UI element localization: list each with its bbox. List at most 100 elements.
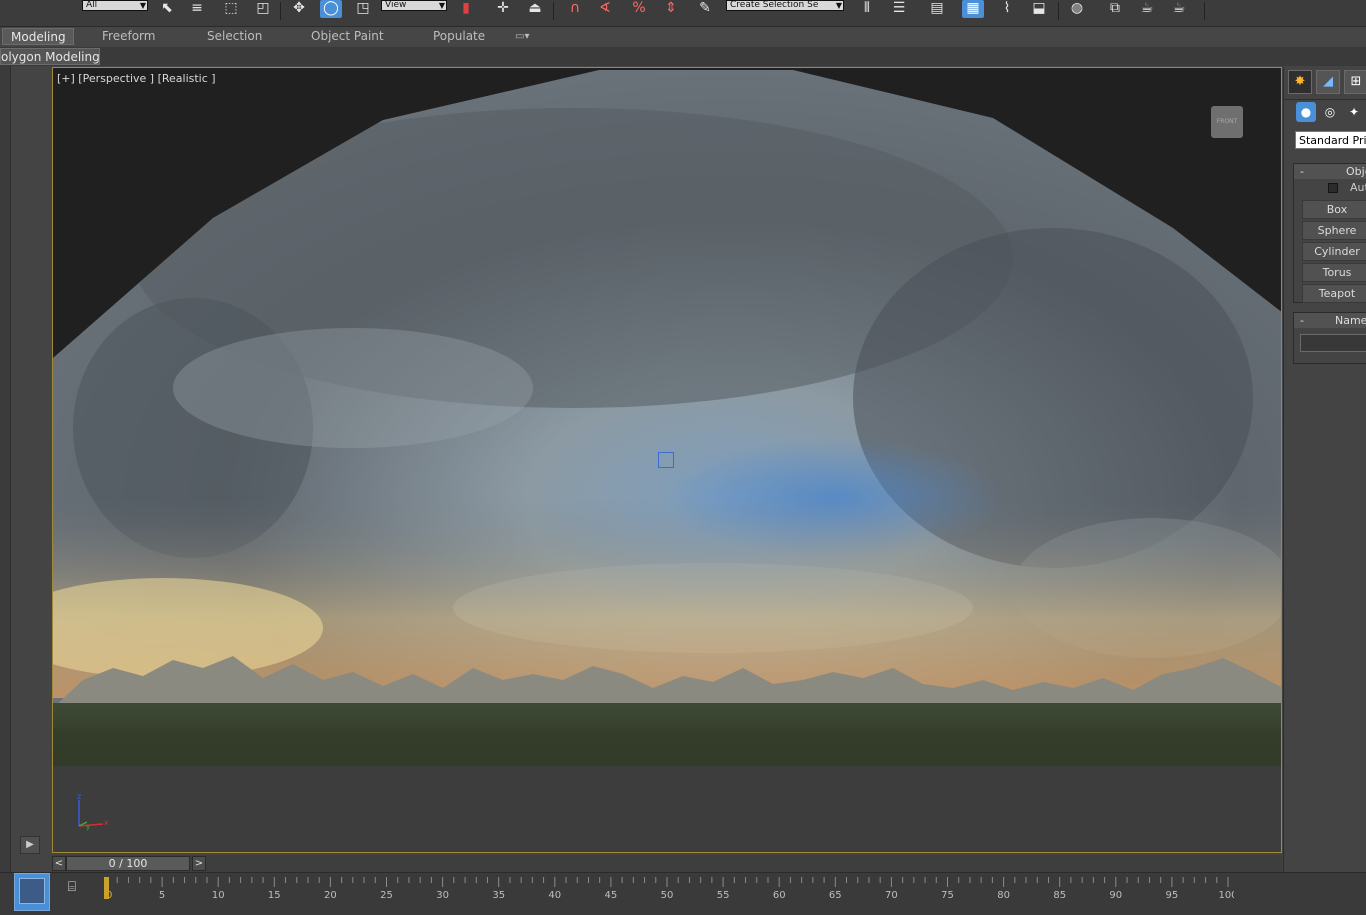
frame-tick-label: 80 <box>997 890 1010 901</box>
polygon-modeling-panel[interactable]: olygon Modeling <box>0 48 100 65</box>
tab-modeling[interactable]: Modeling <box>2 28 74 45</box>
frame-tick-label: 60 <box>773 890 786 901</box>
shapes-icon[interactable]: ◎ <box>1320 102 1340 122</box>
select-object-icon[interactable]: ⬉ <box>156 0 178 18</box>
curve-editor-icon[interactable]: ⌸ <box>60 879 84 899</box>
lights-icon[interactable]: ✦ <box>1344 102 1364 122</box>
collapse-icon: - <box>1300 165 1304 178</box>
frame-tick-label: 20 <box>324 890 337 901</box>
align-icon[interactable]: ☰ <box>888 0 910 18</box>
current-frame-marker[interactable] <box>104 877 109 899</box>
mirror-icon[interactable]: ⫴ <box>856 0 878 18</box>
main-toolbar: All ▼ ⬉ ≡ ⬚ ◰ ✥ ◯ ◳ View ▼ ▮ ✛ ⏏ ∩ ∢ % ⇕ ✎… <box>0 0 1366 27</box>
ground-plane <box>53 766 1281 852</box>
frame-tick-label: 15 <box>268 890 281 901</box>
select-scale-icon[interactable]: ◳ <box>352 0 374 18</box>
frame-tick-label: 10 <box>212 890 225 901</box>
sphere-button[interactable]: Sphere <box>1302 221 1366 240</box>
collapse-icon: - <box>1300 314 1304 327</box>
axis-x-label: x <box>104 818 109 827</box>
frame-tick-label: 40 <box>548 890 561 901</box>
frame-tick-label: 95 <box>1166 890 1179 901</box>
axis-y-label: y <box>86 823 90 831</box>
mini-curve-editor-toggle[interactable] <box>14 873 50 911</box>
ribbon-collapsed-strip[interactable] <box>0 66 11 914</box>
frame-tick-label: 5 <box>159 890 165 901</box>
box-button[interactable]: Box <box>1302 200 1366 219</box>
rendered-frame-window-icon[interactable]: ☕ <box>1136 0 1158 18</box>
schematic-view-icon[interactable]: ⬓ <box>1028 0 1050 18</box>
object-name-input[interactable] <box>1300 334 1366 352</box>
selection-filter-dropdown[interactable]: All ▼ <box>82 0 148 11</box>
axis-tripod-icon: z x y <box>77 792 109 831</box>
rollout-title: Name <box>1335 314 1366 327</box>
frame-tick-label: 25 <box>380 890 393 901</box>
select-manipulate-icon[interactable]: ✛ <box>492 0 514 18</box>
rect-selection-icon[interactable]: ⬚ <box>220 0 242 18</box>
select-move-icon[interactable]: ✥ <box>288 0 310 18</box>
tab-object-paint[interactable]: Object Paint <box>311 28 384 45</box>
object-type-rollout-header[interactable]: - Obje <box>1294 164 1366 179</box>
create-tab-icon[interactable]: ✸ <box>1288 70 1312 94</box>
axis-z-label: z <box>77 792 81 801</box>
next-frame-button[interactable]: > <box>192 856 206 871</box>
perspective-viewport[interactable]: [+] [Perspective ] [Realistic ] FRONT z … <box>52 67 1282 853</box>
mini-viewport-icon <box>19 878 45 904</box>
time-slider[interactable]: < 0 / 100 > <box>52 855 1282 872</box>
frame-tick-label: 50 <box>661 890 674 901</box>
keyboard-shortcut-override-icon[interactable]: ⏏ <box>524 0 546 18</box>
tab-populate[interactable]: Populate <box>433 28 485 45</box>
material-editor-icon[interactable]: ◍ <box>1066 0 1088 18</box>
snap-toggle-icon[interactable]: ∩ <box>564 0 586 18</box>
viewcube-icon[interactable]: FRONT <box>1211 106 1243 138</box>
autogrid-label: Aut <box>1350 181 1366 194</box>
frame-tick-label: 85 <box>1053 890 1066 901</box>
prev-frame-button[interactable]: < <box>52 856 66 871</box>
modify-tab-icon[interactable]: ◢ <box>1316 70 1340 94</box>
spinner-snap-icon[interactable]: ⇕ <box>660 0 682 18</box>
viewport-label[interactable]: [+] [Perspective ] [Realistic ] <box>57 72 216 85</box>
track-bar: ⌸ 0 5 10 15 20 25 30 35 40 45 50 55 60 65 70 75 80 85 90 95… <box>0 872 1366 915</box>
create-category-row: ● ◎ ✦ <box>1284 99 1366 128</box>
named-selection-set-value: Create Selection Se <box>730 0 819 10</box>
window-crossing-icon[interactable]: ◰ <box>252 0 274 18</box>
chevron-down-icon: ▼ <box>835 1 842 10</box>
frame-ruler[interactable]: 0 5 10 15 20 25 30 35 40 45 50 55 60 65 70 75 80 85 90 95 10… <box>104 873 1234 913</box>
chevron-down-icon: ▼ <box>438 1 445 10</box>
geometry-icon[interactable]: ● <box>1296 102 1316 122</box>
primitive-category-dropdown[interactable]: Standard Primi <box>1295 131 1366 149</box>
ribbon-options-icon[interactable]: ▭▾ <box>515 28 529 45</box>
edit-named-selection-icon[interactable]: ✎ <box>694 0 716 18</box>
percent-snap-icon[interactable]: % <box>628 0 650 18</box>
named-selection-set-dropdown[interactable]: Create Selection Se ▼ <box>726 0 844 11</box>
torus-button[interactable]: Torus <box>1302 263 1366 282</box>
teapot-button[interactable]: Teapot <box>1302 284 1366 303</box>
hierarchy-tab-icon[interactable]: ⊞ <box>1344 70 1366 94</box>
layer-explorer-icon[interactable]: ▤ <box>926 0 948 18</box>
name-color-rollout-header[interactable]: - Name <box>1294 313 1366 328</box>
viewcube-face-label: FRONT <box>1216 118 1238 125</box>
tab-freeform[interactable]: Freeform <box>102 28 155 45</box>
reference-coordinate-value: View <box>385 0 407 10</box>
cylinder-button[interactable]: Cylinder <box>1302 242 1366 261</box>
render-setup-icon[interactable]: ⧉ <box>1104 0 1126 18</box>
frame-tick-label: 65 <box>829 890 842 901</box>
frame-tick-label: 100 <box>1218 890 1234 901</box>
scene-explorer-icon[interactable]: ▦ <box>962 0 984 18</box>
toolbar-divider <box>1058 2 1059 20</box>
frame-tick-label: 75 <box>941 890 954 901</box>
render-production-icon[interactable]: ☕ <box>1168 0 1190 18</box>
use-pivot-icon[interactable]: ▮ <box>455 0 477 18</box>
tab-selection[interactable]: Selection <box>207 28 262 45</box>
time-slider-thumb[interactable]: 0 / 100 <box>66 856 190 871</box>
autogrid-checkbox[interactable] <box>1328 183 1338 193</box>
play-icon[interactable]: ▶ <box>20 836 40 854</box>
selected-object-marker[interactable] <box>658 452 674 468</box>
reference-coordinate-dropdown[interactable]: View ▼ <box>381 0 447 11</box>
select-by-name-icon[interactable]: ≡ <box>186 0 208 18</box>
curve-editor-icon[interactable]: ⌇ <box>996 0 1018 18</box>
angle-snap-icon[interactable]: ∢ <box>594 0 616 18</box>
selection-filter-value: All <box>86 0 98 10</box>
toolbar-divider <box>553 2 554 20</box>
select-rotate-icon[interactable]: ◯ <box>320 0 342 18</box>
